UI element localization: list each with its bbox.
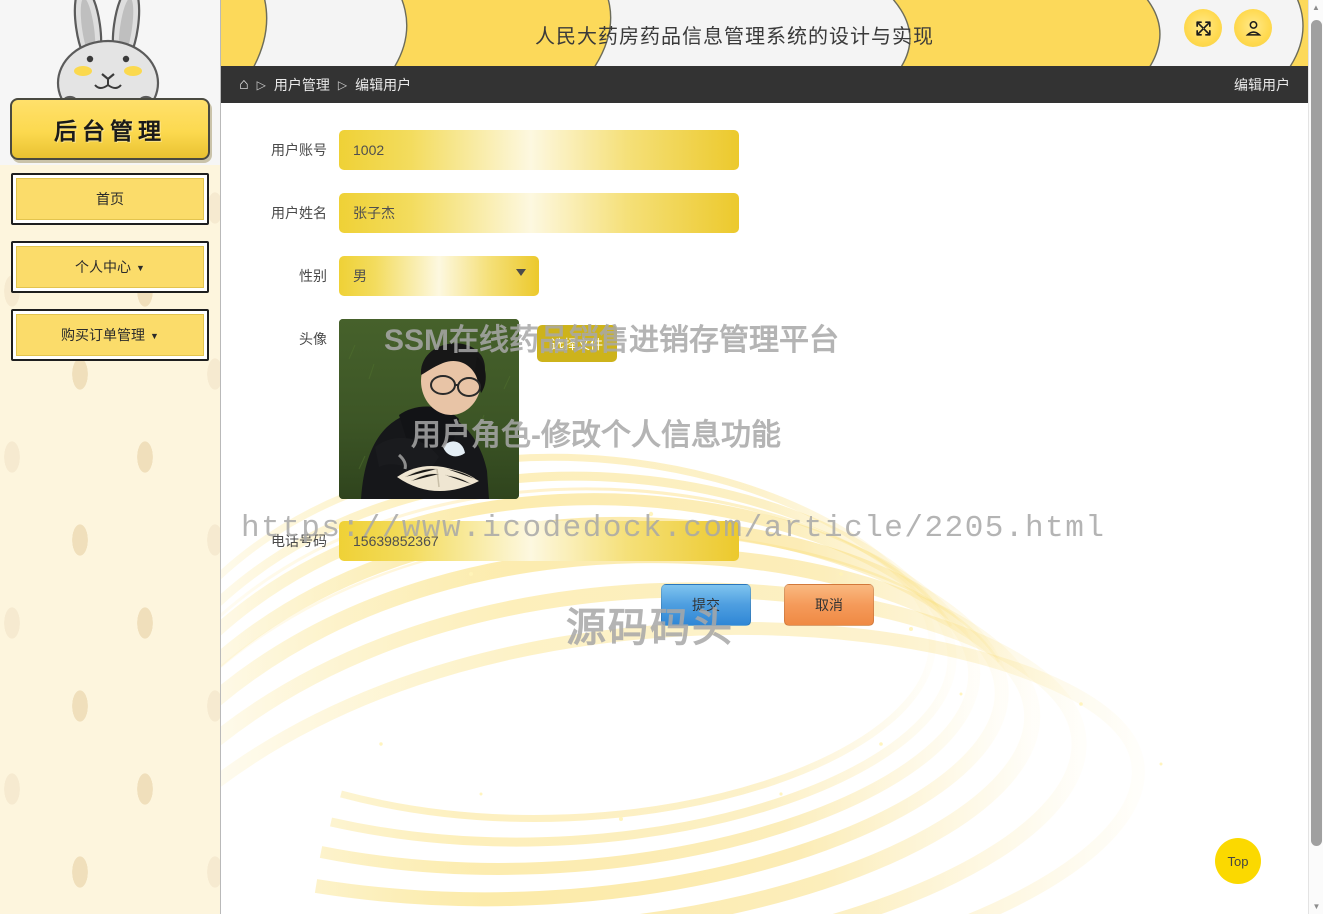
main-content: SSM在线药品销售进销存管理平台 用户角色-修改个人信息功能 https://w… — [221, 103, 1308, 914]
gender-select[interactable]: 男 女 — [339, 256, 539, 296]
sidebar: 后台管理 首页 个人中心 ▼ 购买订单管理 ▼ — [0, 0, 221, 914]
form-row-username: 用户姓名 — [221, 193, 1308, 233]
scrollbar-thumb[interactable] — [1311, 20, 1322, 846]
avatar[interactable] — [339, 319, 519, 499]
scroll-up-arrow[interactable]: ▲ — [1309, 0, 1323, 15]
breadcrumb-item-user-management[interactable]: 用户管理 — [274, 75, 330, 95]
avatar-photo — [339, 319, 519, 499]
label-phone: 电话号码 — [271, 533, 327, 549]
label-avatar: 头像 — [299, 331, 327, 347]
sidebar-item-purchase-orders[interactable]: 购买订单管理 ▼ — [11, 309, 209, 361]
chevron-down-icon: ▼ — [136, 262, 145, 273]
account-input[interactable] — [339, 130, 739, 170]
breadcrumb-separator: ▷ — [256, 77, 266, 92]
sidebar-item-label: 购买订单管理 — [61, 327, 146, 343]
sidebar-item-label: 首页 — [96, 191, 124, 207]
header-actions — [1184, 9, 1272, 47]
chevron-down-icon: ▼ — [150, 330, 159, 341]
user-glyph — [1245, 20, 1261, 36]
form-row-gender: 性别 男 女 — [221, 256, 1308, 296]
label-username: 用户姓名 — [271, 205, 327, 221]
app-header: 人民大药房药品信息管理系统的设计与实现 — [221, 0, 1308, 66]
label-account: 用户账号 — [271, 142, 327, 158]
sidebar-item-personal-center[interactable]: 个人中心 ▼ — [11, 241, 209, 293]
form-row-avatar: 头像 选择文件 — [221, 319, 1308, 499]
sidebar-menu: 首页 个人中心 ▼ 购买订单管理 ▼ — [0, 165, 220, 361]
sidebar-item-home[interactable]: 首页 — [11, 173, 209, 225]
app-root: 后台管理 首页 个人中心 ▼ 购买订单管理 ▼ 人民大药房药品信息管理系统的设计… — [0, 0, 1323, 914]
form-actions: 提交 取消 — [221, 584, 1308, 626]
phone-input[interactable] — [339, 521, 739, 561]
brand-label: 后台管理 — [54, 119, 166, 144]
username-input[interactable] — [339, 193, 739, 233]
breadcrumb-item-edit-user[interactable]: 编辑用户 — [355, 75, 411, 95]
sidebar-item-label: 个人中心 — [75, 259, 132, 275]
breadcrumb-page-title: 编辑用户 — [1234, 76, 1290, 93]
form-row-phone: 电话号码 — [221, 521, 1308, 561]
brand-plate: 后台管理 — [10, 98, 210, 160]
fullscreen-icon[interactable] — [1184, 9, 1222, 47]
edit-user-form: 用户账号 用户姓名 性别 男 女 头像 — [221, 103, 1308, 626]
cancel-button[interactable]: 取消 — [784, 584, 874, 626]
form-row-account: 用户账号 — [221, 130, 1308, 170]
vertical-scrollbar[interactable]: ▲ ▼ — [1308, 0, 1323, 914]
submit-button[interactable]: 提交 — [661, 584, 751, 626]
page-title: 人民大药房药品信息管理系统的设计与实现 — [535, 26, 934, 48]
sidebar-header: 后台管理 — [0, 0, 220, 165]
breadcrumb-separator: ▷ — [337, 77, 348, 92]
choose-file-button[interactable]: 选择文件 — [537, 325, 618, 362]
breadcrumb: ⌂ ▷ 用户管理 ▷ 编辑用户 编辑用户 — [221, 66, 1308, 103]
home-icon[interactable]: ⌂ — [239, 76, 249, 93]
fullscreen-glyph — [1195, 20, 1211, 36]
label-gender: 性别 — [299, 268, 327, 284]
scroll-down-arrow[interactable]: ▼ — [1309, 899, 1323, 914]
user-icon[interactable] — [1234, 9, 1272, 47]
back-to-top-button[interactable]: Top — [1215, 838, 1261, 884]
